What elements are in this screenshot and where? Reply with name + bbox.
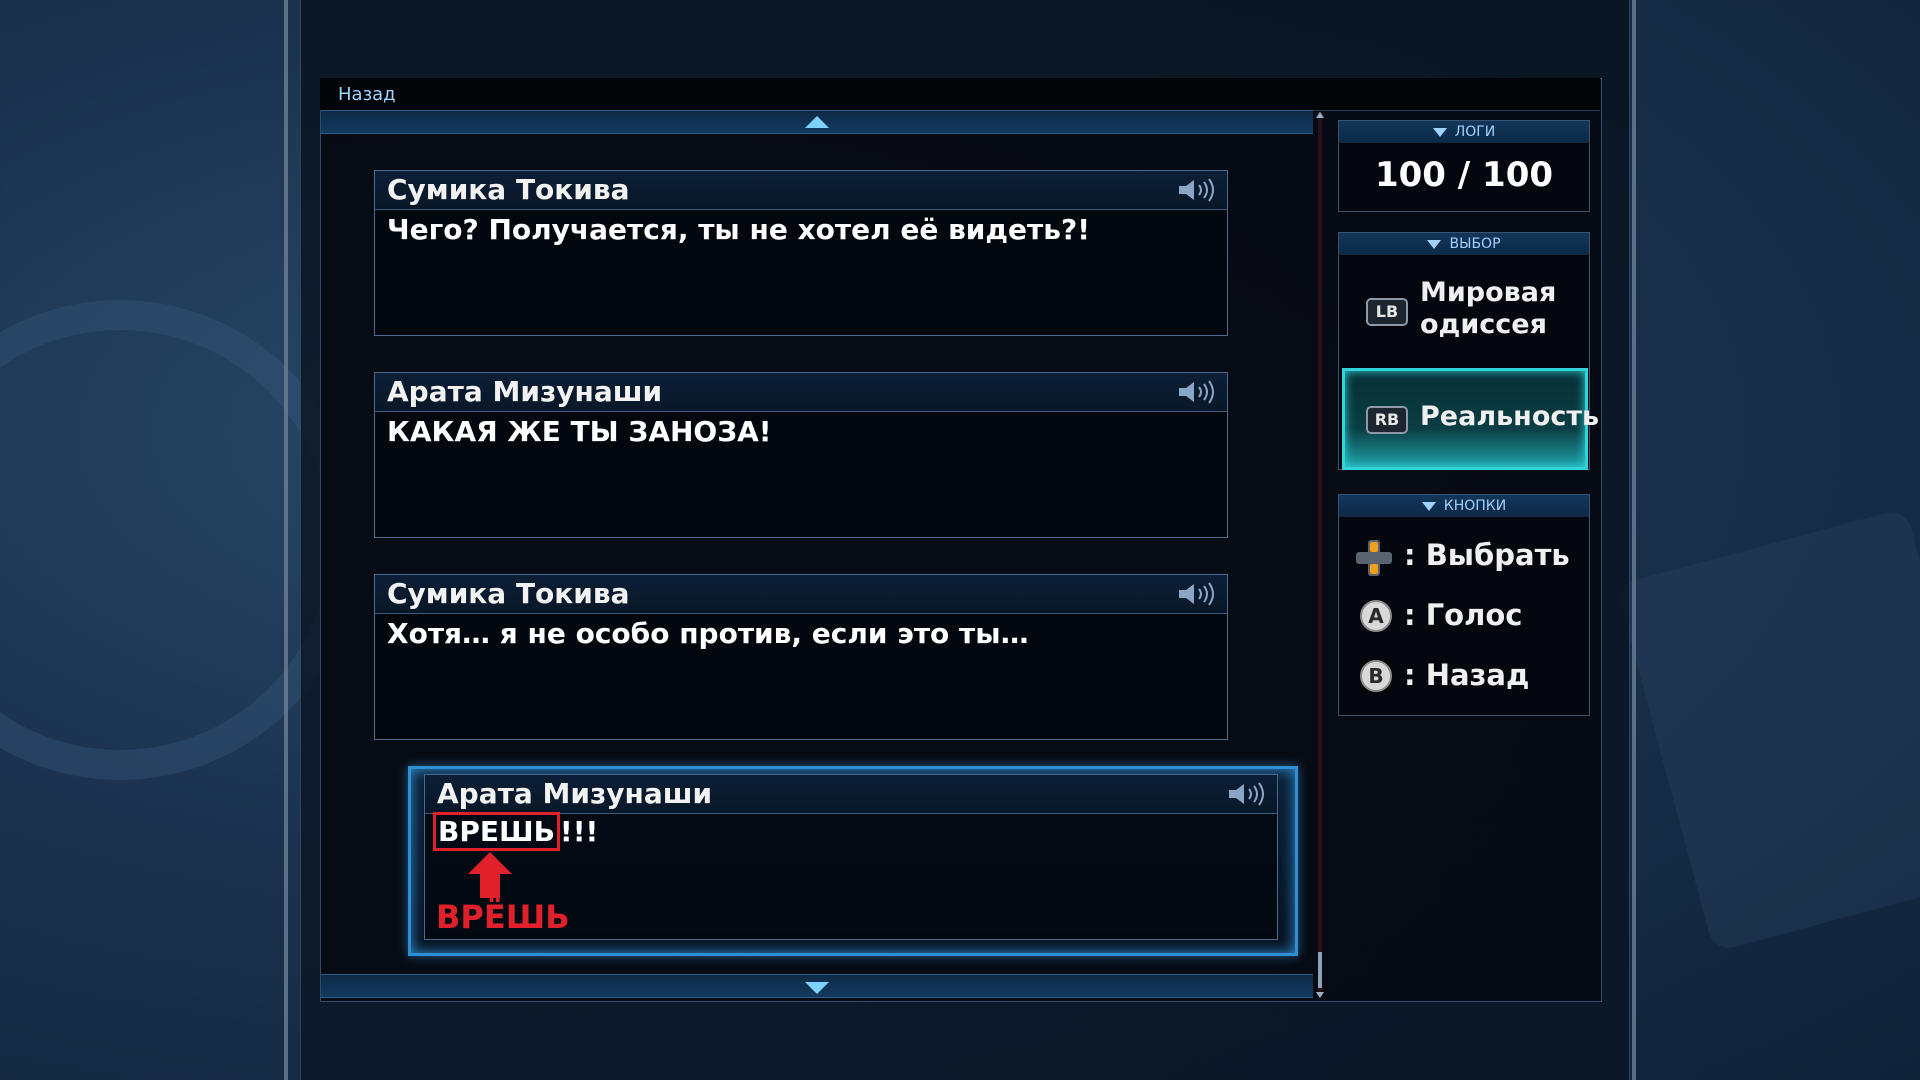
scrollbar-thumb[interactable] — [1318, 952, 1322, 988]
control-back-label: : Назад — [1404, 658, 1530, 692]
logs-header: ЛОГИ — [1339, 121, 1589, 143]
triangle-down-icon — [1427, 239, 1442, 249]
voice-replay-icon[interactable] — [1177, 379, 1217, 405]
speaker-name: Арата Мизунаши — [437, 777, 713, 810]
triangle-down-icon — [1421, 501, 1436, 511]
scroll-down-arrow-icon[interactable] — [805, 982, 829, 994]
log-entry[interactable]: Сумика Токива Хотя… я не особо против, е… — [374, 574, 1228, 740]
choice-title: ВЫБОР — [1449, 236, 1501, 252]
triangle-down-icon — [1432, 127, 1447, 137]
scroll-up-arrow-icon[interactable] — [805, 116, 829, 128]
log-entry-header: Арата Мизунаши — [425, 775, 1277, 814]
speaker-name: Сумика Токива — [387, 173, 630, 206]
control-voice-label: : Голос — [1404, 598, 1523, 632]
background-rail — [284, 0, 288, 1080]
red-arrow-up-icon — [468, 852, 512, 898]
choice-label: Мировая одиссея — [1420, 277, 1556, 341]
background-shape — [1615, 507, 1920, 953]
speaker-name: Сумика Токива — [387, 577, 630, 610]
log-entry-header: Сумика Токива — [375, 171, 1227, 210]
control-select-label: : Выбрать — [1404, 538, 1570, 572]
controls-title: КНОПКИ — [1443, 498, 1507, 514]
back-link[interactable]: Назад — [338, 84, 396, 105]
scrollbar-track[interactable] — [1318, 112, 1322, 996]
a-button-icon: A — [1360, 600, 1392, 632]
dpad-icon — [1356, 540, 1392, 576]
log-entry-header: Арата Мизунаши — [375, 373, 1227, 412]
rb-button-icon: RB — [1366, 406, 1408, 434]
voice-replay-icon[interactable] — [1227, 781, 1267, 807]
choice-label-line: одиссея — [1420, 309, 1547, 340]
log-entry[interactable]: Сумика Токива Чего? Получается, ты не хо… — [374, 170, 1228, 336]
scrollbar-down-icon[interactable] — [1316, 992, 1324, 998]
log-entry-header: Сумика Токива — [375, 575, 1227, 614]
choice-label: Реальность — [1420, 401, 1600, 432]
top-bar — [320, 78, 1600, 111]
logs-title: ЛОГИ — [1454, 124, 1496, 140]
dialogue-text: Хотя… я не особо против, если это ты… — [387, 617, 1029, 650]
choice-label-line: Мировая — [1420, 277, 1557, 308]
logs-count: 100 / 100 — [1374, 155, 1554, 195]
dialogue-text-rest: !!! — [559, 815, 599, 848]
background-rail — [1632, 0, 1636, 1080]
speaker-name: Арата Мизунаши — [387, 375, 663, 408]
logs-box: ЛОГИ 100 / 100 — [1338, 120, 1590, 212]
scrollbar-up-icon[interactable] — [1316, 112, 1324, 118]
dialogue-text: Чего? Получается, ты не хотел её видеть?… — [387, 213, 1090, 246]
voice-replay-icon[interactable] — [1177, 177, 1217, 203]
dialogue-text: КАКАЯ ЖЕ ТЫ ЗАНОЗА! — [387, 415, 772, 448]
b-button-icon: B — [1360, 660, 1392, 692]
dialogue-text: ВРЕШЬ!!! — [433, 812, 599, 851]
choice-header: ВЫБОР — [1339, 233, 1589, 255]
lb-button-icon: LB — [1366, 298, 1408, 326]
correction-annotation: ВРЁШЬ — [436, 898, 570, 936]
voice-replay-icon[interactable] — [1177, 581, 1217, 607]
highlighted-word: ВРЕШЬ — [433, 812, 560, 851]
controls-header: КНОПКИ — [1339, 495, 1589, 517]
log-entry[interactable]: Арата Мизунаши КАКАЯ ЖЕ ТЫ ЗАНОЗА! — [374, 372, 1228, 538]
